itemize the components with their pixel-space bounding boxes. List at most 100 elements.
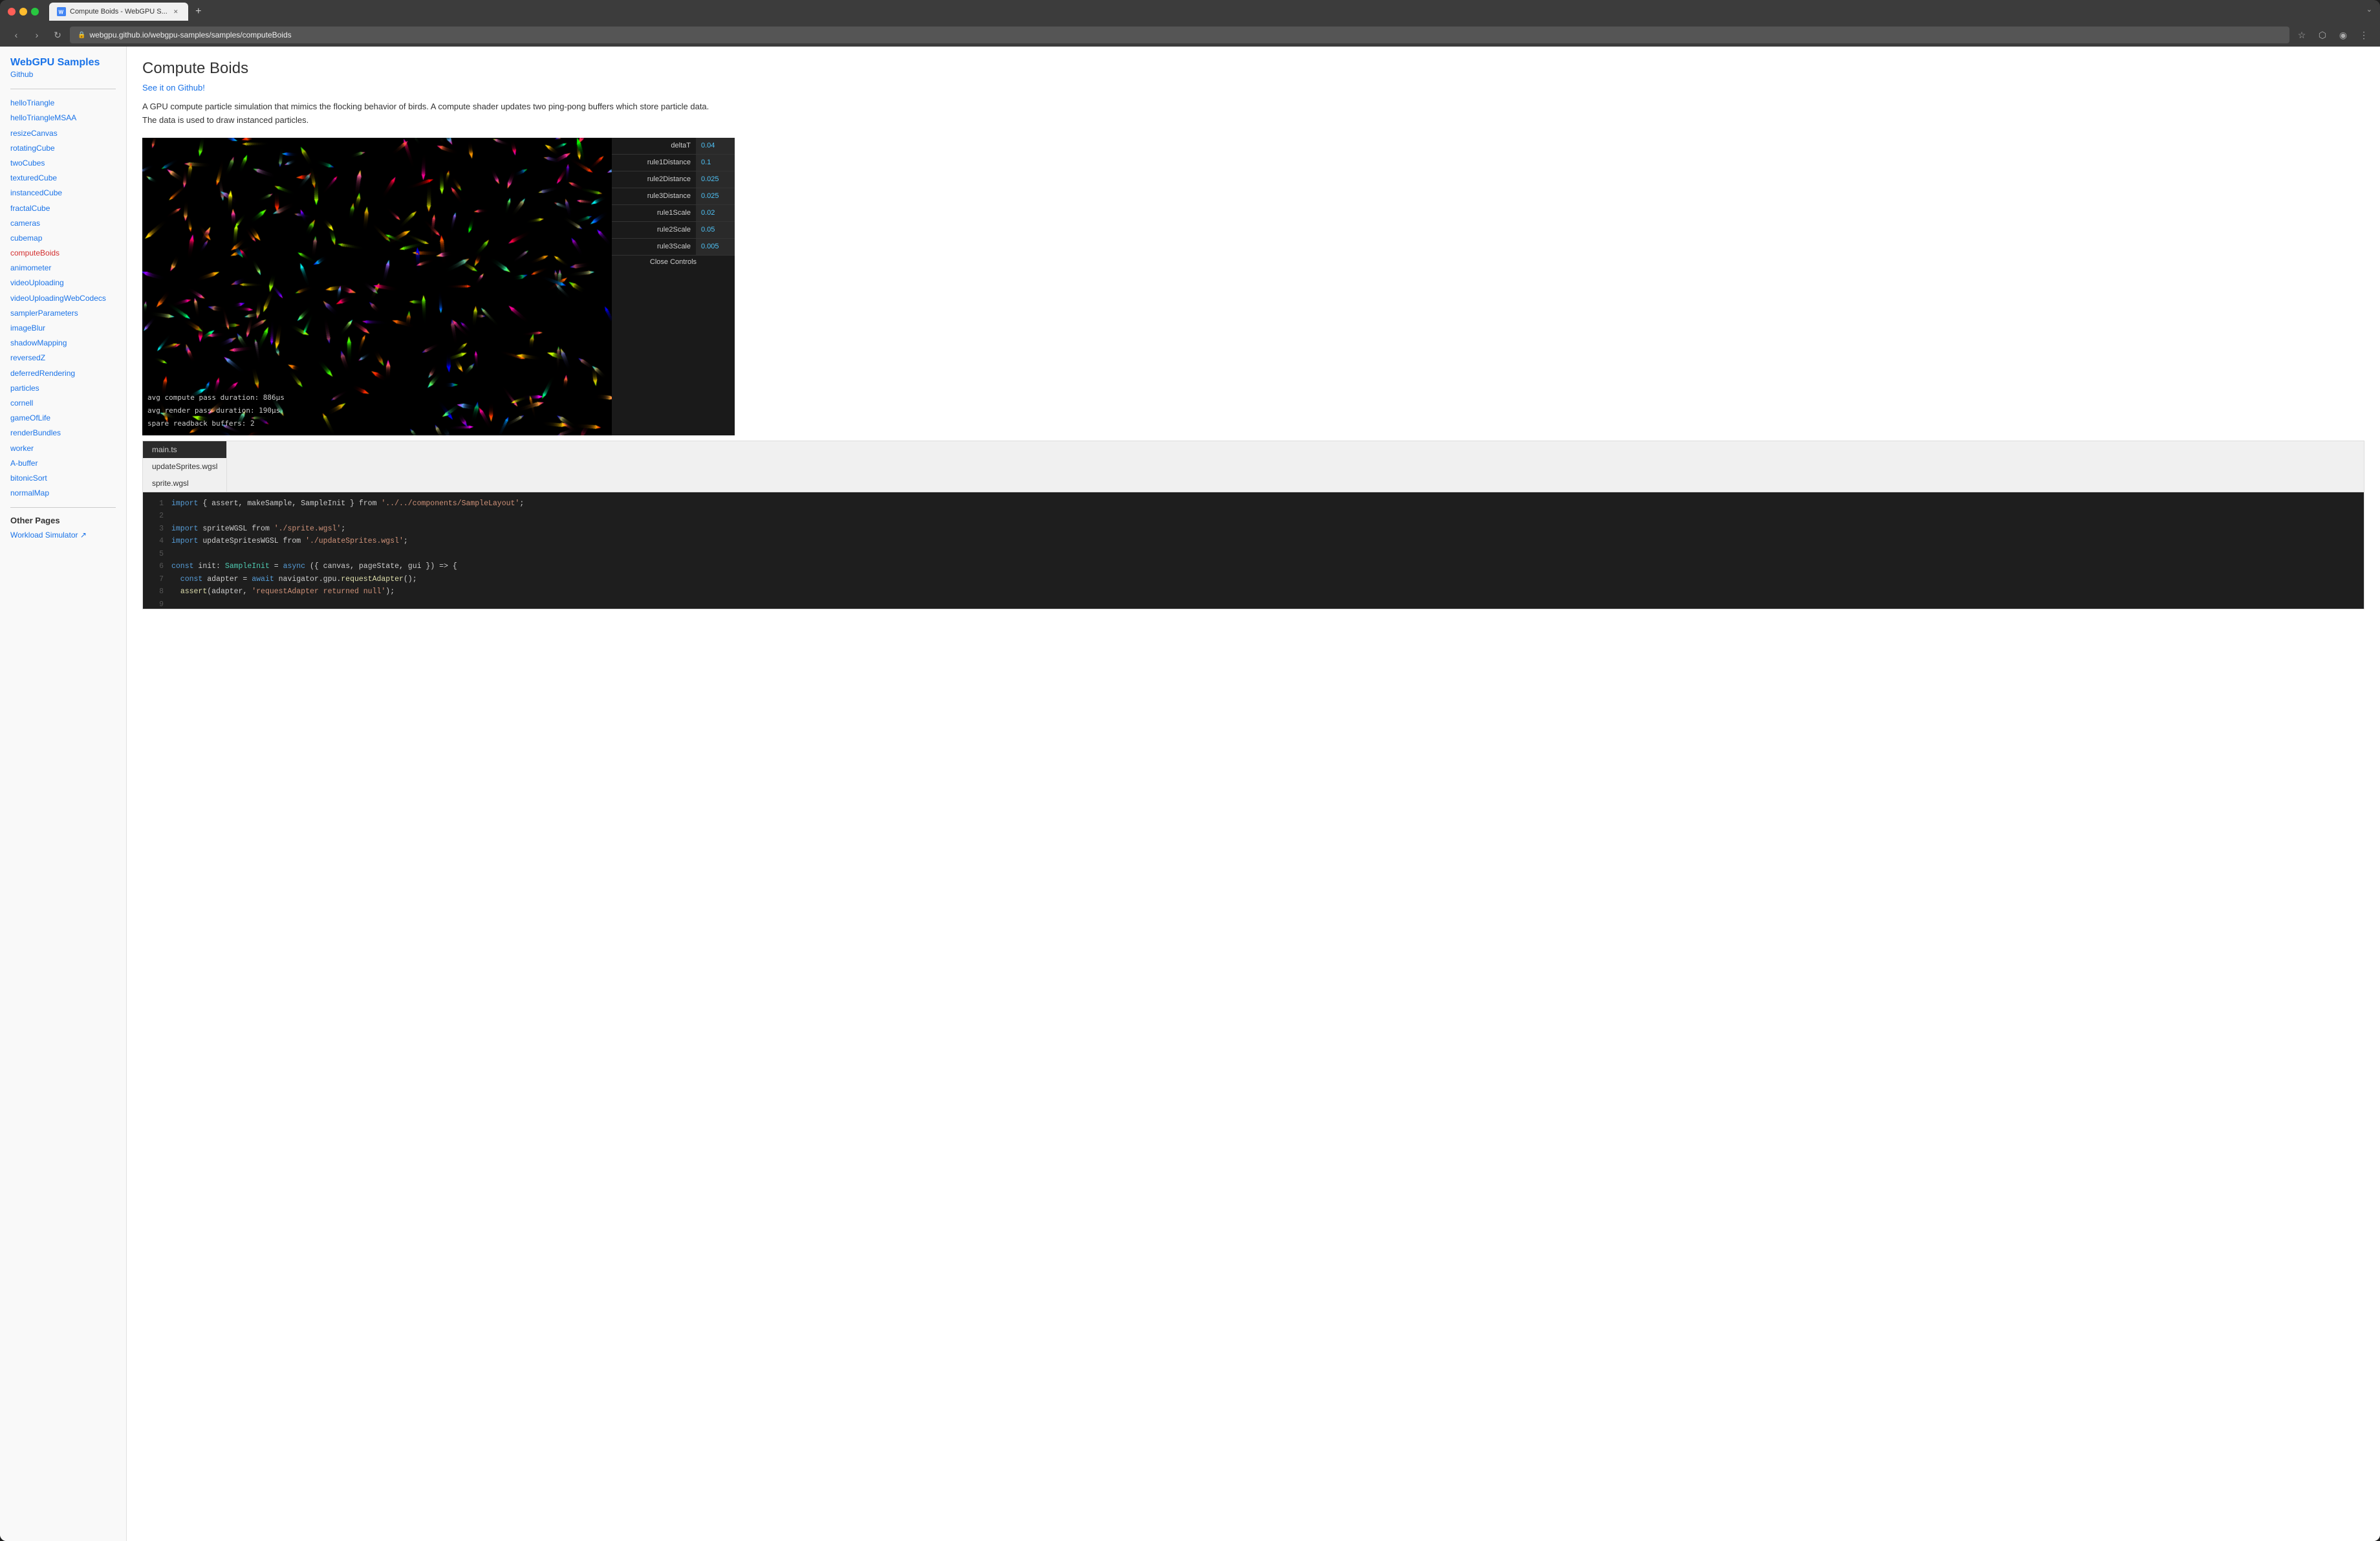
- line-number: 5: [148, 548, 164, 561]
- control-row-rule3Scale: rule3Scale 0.005: [612, 239, 735, 256]
- control-value[interactable]: 0.005: [696, 239, 735, 255]
- sidebar-item-samplerParameters[interactable]: samplerParameters: [10, 307, 116, 320]
- code-tab-sprite.wgsl[interactable]: sprite.wgsl: [143, 475, 227, 492]
- workload-simulator-label: Workload Simulator ↗: [10, 530, 87, 540]
- stats-overlay: avg compute pass duration: 886µs avg ren…: [147, 391, 285, 430]
- code-section: main.tsupdateSprites.wgslsprite.wgsl 1 im…: [142, 441, 2364, 609]
- code-text: import { assert, makeSample, SampleInit …: [171, 497, 524, 510]
- tab-close-icon[interactable]: ✕: [171, 7, 180, 16]
- menu-icon[interactable]: ⋮: [2355, 27, 2372, 43]
- line-number: 3: [148, 523, 164, 536]
- sidebar-item-rotatingCube[interactable]: rotatingCube: [10, 142, 116, 155]
- description: A GPU compute particle simulation that m…: [142, 100, 724, 127]
- window-controls-icon: ⌄: [2366, 5, 2372, 14]
- line-number: 6: [148, 560, 164, 573]
- control-value[interactable]: 0.1: [696, 155, 735, 171]
- sidebar: WebGPU Samples Github helloTriangle hello…: [0, 47, 127, 1541]
- code-line-3: 3import spriteWGSL from './sprite.wgsl';: [143, 523, 2364, 536]
- close-controls-button[interactable]: Close Controls: [612, 256, 735, 268]
- sidebar-item-reversedZ[interactable]: reversedZ: [10, 352, 116, 364]
- code-line-7: 7 const adapter = await navigator.gpu.re…: [143, 573, 2364, 586]
- control-label: rule1Scale: [612, 209, 696, 217]
- sidebar-item-instancedCube[interactable]: instancedCube: [10, 187, 116, 199]
- code-content: 1 import { assert, makeSample, SampleInit…: [143, 492, 2364, 609]
- sidebar-item-videoUploading[interactable]: videoUploading: [10, 277, 116, 289]
- stat-buffers: spare readback buffers: 2: [147, 417, 285, 430]
- code-tab-updateSprites.wgsl[interactable]: updateSprites.wgsl: [143, 458, 227, 475]
- sidebar-item-bitonicSort[interactable]: bitonicSort: [10, 472, 116, 485]
- control-row-rule1Distance: rule1Distance 0.1: [612, 155, 735, 171]
- line-number: 8: [148, 585, 164, 598]
- sidebar-item-computeBoids[interactable]: computeBoids: [10, 247, 116, 259]
- control-label: rule2Distance: [612, 175, 696, 183]
- lock-icon: 🔒: [78, 32, 85, 39]
- demo-area: avg compute pass duration: 886µs avg ren…: [142, 138, 2364, 435]
- url-text: webgpu.github.io/webgpu-samples/samples/…: [89, 30, 291, 39]
- address-bar[interactable]: 🔒 webgpu.github.io/webgpu-samples/sample…: [70, 27, 2289, 43]
- back-button[interactable]: ‹: [8, 27, 25, 43]
- code-line-8: 8 assert(adapter, 'requestAdapter return…: [143, 585, 2364, 598]
- line-number: 9: [148, 598, 164, 609]
- tab-title: Compute Boids - WebGPU S...: [70, 8, 168, 16]
- toolbar-right: ☆ ⬡ ◉ ⋮: [2293, 27, 2372, 43]
- sidebar-item-cameras[interactable]: cameras: [10, 217, 116, 230]
- control-label: rule2Scale: [612, 226, 696, 234]
- sidebar-item-shadowMapping[interactable]: shadowMapping: [10, 337, 116, 349]
- sidebar-item-resizeCanvas[interactable]: resizeCanvas: [10, 127, 116, 140]
- sidebar-item-fractalCube[interactable]: fractalCube: [10, 202, 116, 215]
- sidebar-item-renderBundles[interactable]: renderBundles: [10, 427, 116, 439]
- stat-render: avg render pass duration: 190µs: [147, 404, 285, 417]
- sidebar-item-videoUploadingWebCodecs[interactable]: videoUploadingWebCodecs: [10, 292, 116, 305]
- forward-button[interactable]: ›: [28, 27, 45, 43]
- sidebar-github-link[interactable]: Github: [10, 69, 116, 81]
- code-tab-main.ts[interactable]: main.ts: [143, 441, 227, 458]
- sidebar-item-gameOfLife[interactable]: gameOfLife: [10, 412, 116, 424]
- control-row-rule2Distance: rule2Distance 0.025: [612, 171, 735, 188]
- control-value[interactable]: 0.02: [696, 205, 735, 221]
- code-text: const adapter = await navigator.gpu.requ…: [171, 573, 417, 586]
- sidebar-item-helloTriangleMSAA[interactable]: helloTriangleMSAA: [10, 112, 116, 124]
- sidebar-item-texturedCube[interactable]: texturedCube: [10, 172, 116, 184]
- control-label: rule3Distance: [612, 192, 696, 200]
- line-number: 2: [148, 510, 164, 523]
- active-tab[interactable]: W Compute Boids - WebGPU S... ✕: [49, 3, 188, 21]
- sidebar-item-normalMap[interactable]: normalMap: [10, 487, 116, 499]
- sidebar-item-worker[interactable]: worker: [10, 443, 116, 455]
- control-value[interactable]: 0.04: [696, 138, 735, 154]
- code-tabs: main.tsupdateSprites.wgslsprite.wgsl: [143, 441, 2364, 492]
- controls-panel: deltaT 0.04 rule1Distance 0.1 rule2Dista…: [612, 138, 735, 435]
- code-line-5: 5: [143, 548, 2364, 561]
- code-text: const init: SampleInit = async ({ canvas…: [171, 560, 457, 573]
- sidebar-item-cornell[interactable]: cornell: [10, 397, 116, 410]
- sidebar-item-imageBlur[interactable]: imageBlur: [10, 322, 116, 334]
- bookmark-icon[interactable]: ☆: [2293, 27, 2310, 43]
- sidebar-item-A-buffer[interactable]: A-buffer: [10, 457, 116, 470]
- sidebar-item-helloTriangle[interactable]: helloTriangle: [10, 97, 116, 109]
- minimize-button[interactable]: [19, 8, 27, 16]
- close-button[interactable]: [8, 8, 16, 16]
- extensions-icon[interactable]: ⬡: [2314, 27, 2331, 43]
- maximize-button[interactable]: [31, 8, 39, 16]
- browser-titlebar: W Compute Boids - WebGPU S... ✕ + ⌄: [0, 0, 2380, 23]
- sidebar-title[interactable]: WebGPU Samples: [10, 57, 100, 68]
- new-tab-button[interactable]: +: [191, 4, 206, 19]
- sidebar-item-particles[interactable]: particles: [10, 382, 116, 395]
- control-value[interactable]: 0.05: [696, 222, 735, 238]
- sidebar-item-animometer[interactable]: animometer: [10, 262, 116, 274]
- profile-icon[interactable]: ◉: [2335, 27, 2352, 43]
- control-row-rule3Distance: rule3Distance 0.025: [612, 188, 735, 205]
- github-link[interactable]: See it on Github!: [142, 83, 2364, 93]
- line-number: 1: [148, 497, 164, 510]
- sidebar-item-deferredRendering[interactable]: deferredRendering: [10, 367, 116, 380]
- main-content: Compute Boids See it on Github! A GPU co…: [127, 47, 2380, 1541]
- code-text: assert(adapter, 'requestAdapter returned…: [171, 585, 395, 598]
- control-value[interactable]: 0.025: [696, 171, 735, 188]
- sidebar-item-twoCubes[interactable]: twoCubes: [10, 157, 116, 169]
- reload-button[interactable]: ↻: [49, 27, 66, 43]
- control-label: deltaT: [612, 142, 696, 149]
- sidebar-item-cubemap[interactable]: cubemap: [10, 232, 116, 245]
- code-line-2: 2: [143, 510, 2364, 523]
- control-value[interactable]: 0.025: [696, 188, 735, 204]
- workload-simulator-link[interactable]: Workload Simulator ↗: [10, 530, 116, 540]
- tab-bar: W Compute Boids - WebGPU S... ✕ +: [49, 3, 2372, 21]
